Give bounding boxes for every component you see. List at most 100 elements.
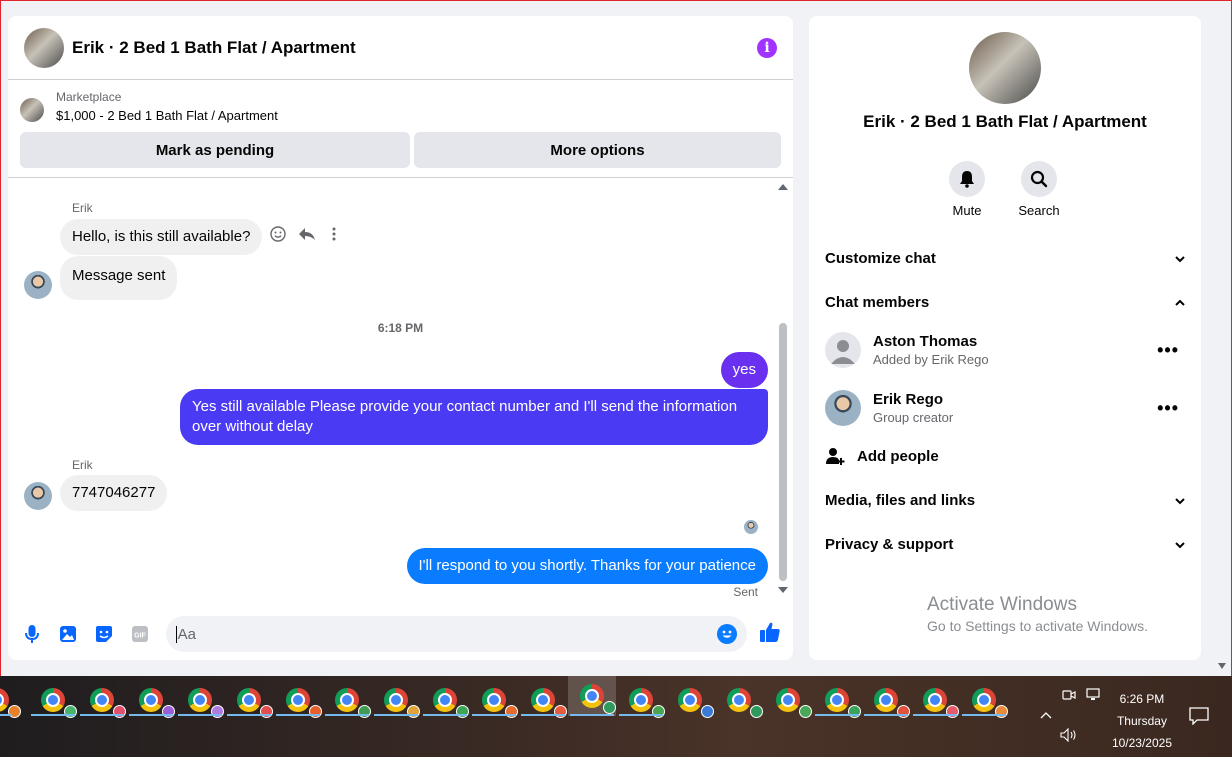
taskbar: 6:26 PM Thursday 10/23/2025: [0, 676, 1232, 757]
sender-avatar[interactable]: [24, 482, 52, 510]
more-vertical-icon[interactable]: [330, 226, 338, 247]
profile-badge-icon: [995, 705, 1008, 718]
watermark-title: Activate Windows: [927, 594, 1077, 615]
network-icon[interactable]: [1086, 688, 1102, 705]
privacy-support-row[interactable]: Privacy & support: [825, 532, 1185, 556]
running-indicator: [80, 714, 124, 716]
chrome-taskbar-icon[interactable]: [176, 684, 224, 718]
chrome-taskbar-icon[interactable]: [372, 684, 420, 718]
member-name: Aston Thomas: [873, 333, 978, 350]
chrome-taskbar-icon[interactable]: [666, 684, 714, 718]
search-icon: [1021, 161, 1057, 197]
chrome-taskbar-icon[interactable]: [29, 684, 77, 718]
chrome-icon: [923, 688, 959, 718]
mute-button[interactable]: Mute: [937, 161, 997, 218]
group-avatar-large[interactable]: [969, 32, 1041, 104]
chrome-taskbar-icon[interactable]: [127, 684, 175, 718]
add-people-row[interactable]: Add people: [825, 444, 1185, 468]
running-indicator: [423, 714, 467, 716]
message-incoming[interactable]: Hello, is this still available?: [60, 219, 263, 255]
chevron-down-icon: [1175, 250, 1185, 267]
volume-icon[interactable]: [1060, 727, 1078, 745]
svg-text:GIF: GIF: [134, 633, 146, 640]
info-icon[interactable]: i: [757, 37, 777, 58]
message-outgoing[interactable]: yes: [720, 352, 768, 388]
sticker-icon[interactable]: [92, 622, 116, 646]
profile-badge-icon: [750, 705, 763, 718]
message-outgoing[interactable]: I'll respond to you shortly. Thanks for …: [406, 548, 768, 584]
meet-now-icon[interactable]: [1062, 688, 1076, 705]
running-indicator: [913, 714, 957, 716]
member-row[interactable]: Aston Thomas Added by Erik Rego •••: [825, 328, 1185, 372]
chrome-taskbar-icon[interactable]: [421, 684, 469, 718]
running-indicator: [0, 714, 12, 716]
chevron-up-icon[interactable]: [1040, 708, 1052, 722]
more-horizontal-icon[interactable]: •••: [1157, 398, 1179, 419]
more-horizontal-icon[interactable]: •••: [1157, 340, 1179, 361]
chevron-up-icon: [1175, 294, 1185, 311]
chrome-taskbar-icon[interactable]: [862, 684, 910, 718]
chrome-taskbar-icon[interactable]: [470, 684, 518, 718]
chrome-taskbar-icon[interactable]: [274, 684, 322, 718]
customize-chat-label: Customize chat: [825, 249, 936, 267]
chrome-taskbar-icon[interactable]: [764, 684, 812, 718]
chrome-taskbar-icon[interactable]: [715, 684, 763, 718]
running-indicator: [815, 714, 859, 716]
photo-icon[interactable]: [56, 622, 80, 646]
marketplace-listing[interactable]: Marketplace $1,000 - 2 Bed 1 Bath Flat /…: [8, 80, 793, 127]
scrollbar-thumb[interactable]: [779, 323, 787, 581]
message-input[interactable]: Aa: [165, 616, 747, 652]
divider: [8, 177, 793, 178]
chat-members-row[interactable]: Chat members: [825, 290, 1185, 314]
chrome-taskbar-icon[interactable]: [323, 684, 371, 718]
listing-title: $1,000 - 2 Bed 1 Bath Flat / Apartment: [56, 108, 278, 123]
message-incoming[interactable]: Message sent: [60, 256, 178, 300]
customize-chat-row[interactable]: Customize chat: [825, 246, 1185, 270]
chrome-icon: [90, 688, 126, 718]
mark-as-pending-button[interactable]: Mark as pending: [20, 132, 410, 168]
chrome-taskbar-icon[interactable]: [617, 684, 665, 718]
add-people-label: Add people: [857, 447, 939, 465]
emoji-icon[interactable]: [717, 624, 737, 644]
gif-icon[interactable]: GIF: [128, 622, 152, 646]
profile-badge-icon: [505, 705, 518, 718]
chrome-taskbar-icon[interactable]: [813, 684, 861, 718]
scroll-down-arrow[interactable]: [778, 587, 788, 593]
watermark-subtitle: Go to Settings to activate Windows.: [927, 618, 1148, 634]
chrome-taskbar-icon[interactable]: [519, 684, 567, 718]
profile-badge-icon: [407, 705, 420, 718]
thumbs-up-icon[interactable]: [759, 621, 781, 648]
reply-icon[interactable]: [298, 226, 316, 247]
media-files-row[interactable]: Media, files and links: [825, 488, 1185, 512]
profile-badge-icon: [64, 705, 77, 718]
message-incoming[interactable]: 7747046277: [60, 475, 168, 511]
profile-badge-icon: [603, 701, 616, 714]
system-clock[interactable]: 6:26 PM Thursday 10/23/2025: [1112, 688, 1172, 754]
scroll-up-arrow[interactable]: [778, 184, 788, 190]
chrome-taskbar-icon[interactable]: [568, 676, 616, 716]
chat-title[interactable]: Erik · 2 Bed 1 Bath Flat / Apartment: [72, 38, 356, 58]
more-options-button[interactable]: More options: [414, 132, 781, 168]
page-scroll-down-arrow[interactable]: [1218, 663, 1226, 669]
chrome-taskbar-icon[interactable]: [960, 684, 1008, 718]
profile-badge-icon: [652, 705, 665, 718]
member-subtitle: Added by Erik Rego: [873, 352, 989, 367]
marketplace-label: Marketplace: [56, 90, 122, 104]
member-row[interactable]: Erik Rego Group creator •••: [825, 386, 1185, 430]
chrome-taskbar-icon[interactable]: [911, 684, 959, 718]
chrome-icon: [41, 688, 77, 718]
message-outgoing[interactable]: Yes still available Please provide your …: [180, 389, 768, 445]
chrome-taskbar-icon[interactable]: [225, 684, 273, 718]
react-icon[interactable]: [270, 226, 286, 247]
microphone-icon[interactable]: [20, 622, 44, 646]
search-button[interactable]: Search: [1009, 161, 1069, 218]
group-avatar[interactable]: [24, 27, 64, 68]
profile-badge-icon: [701, 705, 714, 718]
chrome-taskbar-icon[interactable]: [78, 684, 126, 718]
sender-avatar[interactable]: [24, 271, 52, 299]
chrome-taskbar-icon[interactable]: [0, 684, 21, 718]
notifications-icon[interactable]: [1189, 707, 1209, 728]
profile-badge-icon: [211, 705, 224, 718]
running-indicator: [962, 714, 1006, 716]
profile-badge-icon: [358, 705, 371, 718]
